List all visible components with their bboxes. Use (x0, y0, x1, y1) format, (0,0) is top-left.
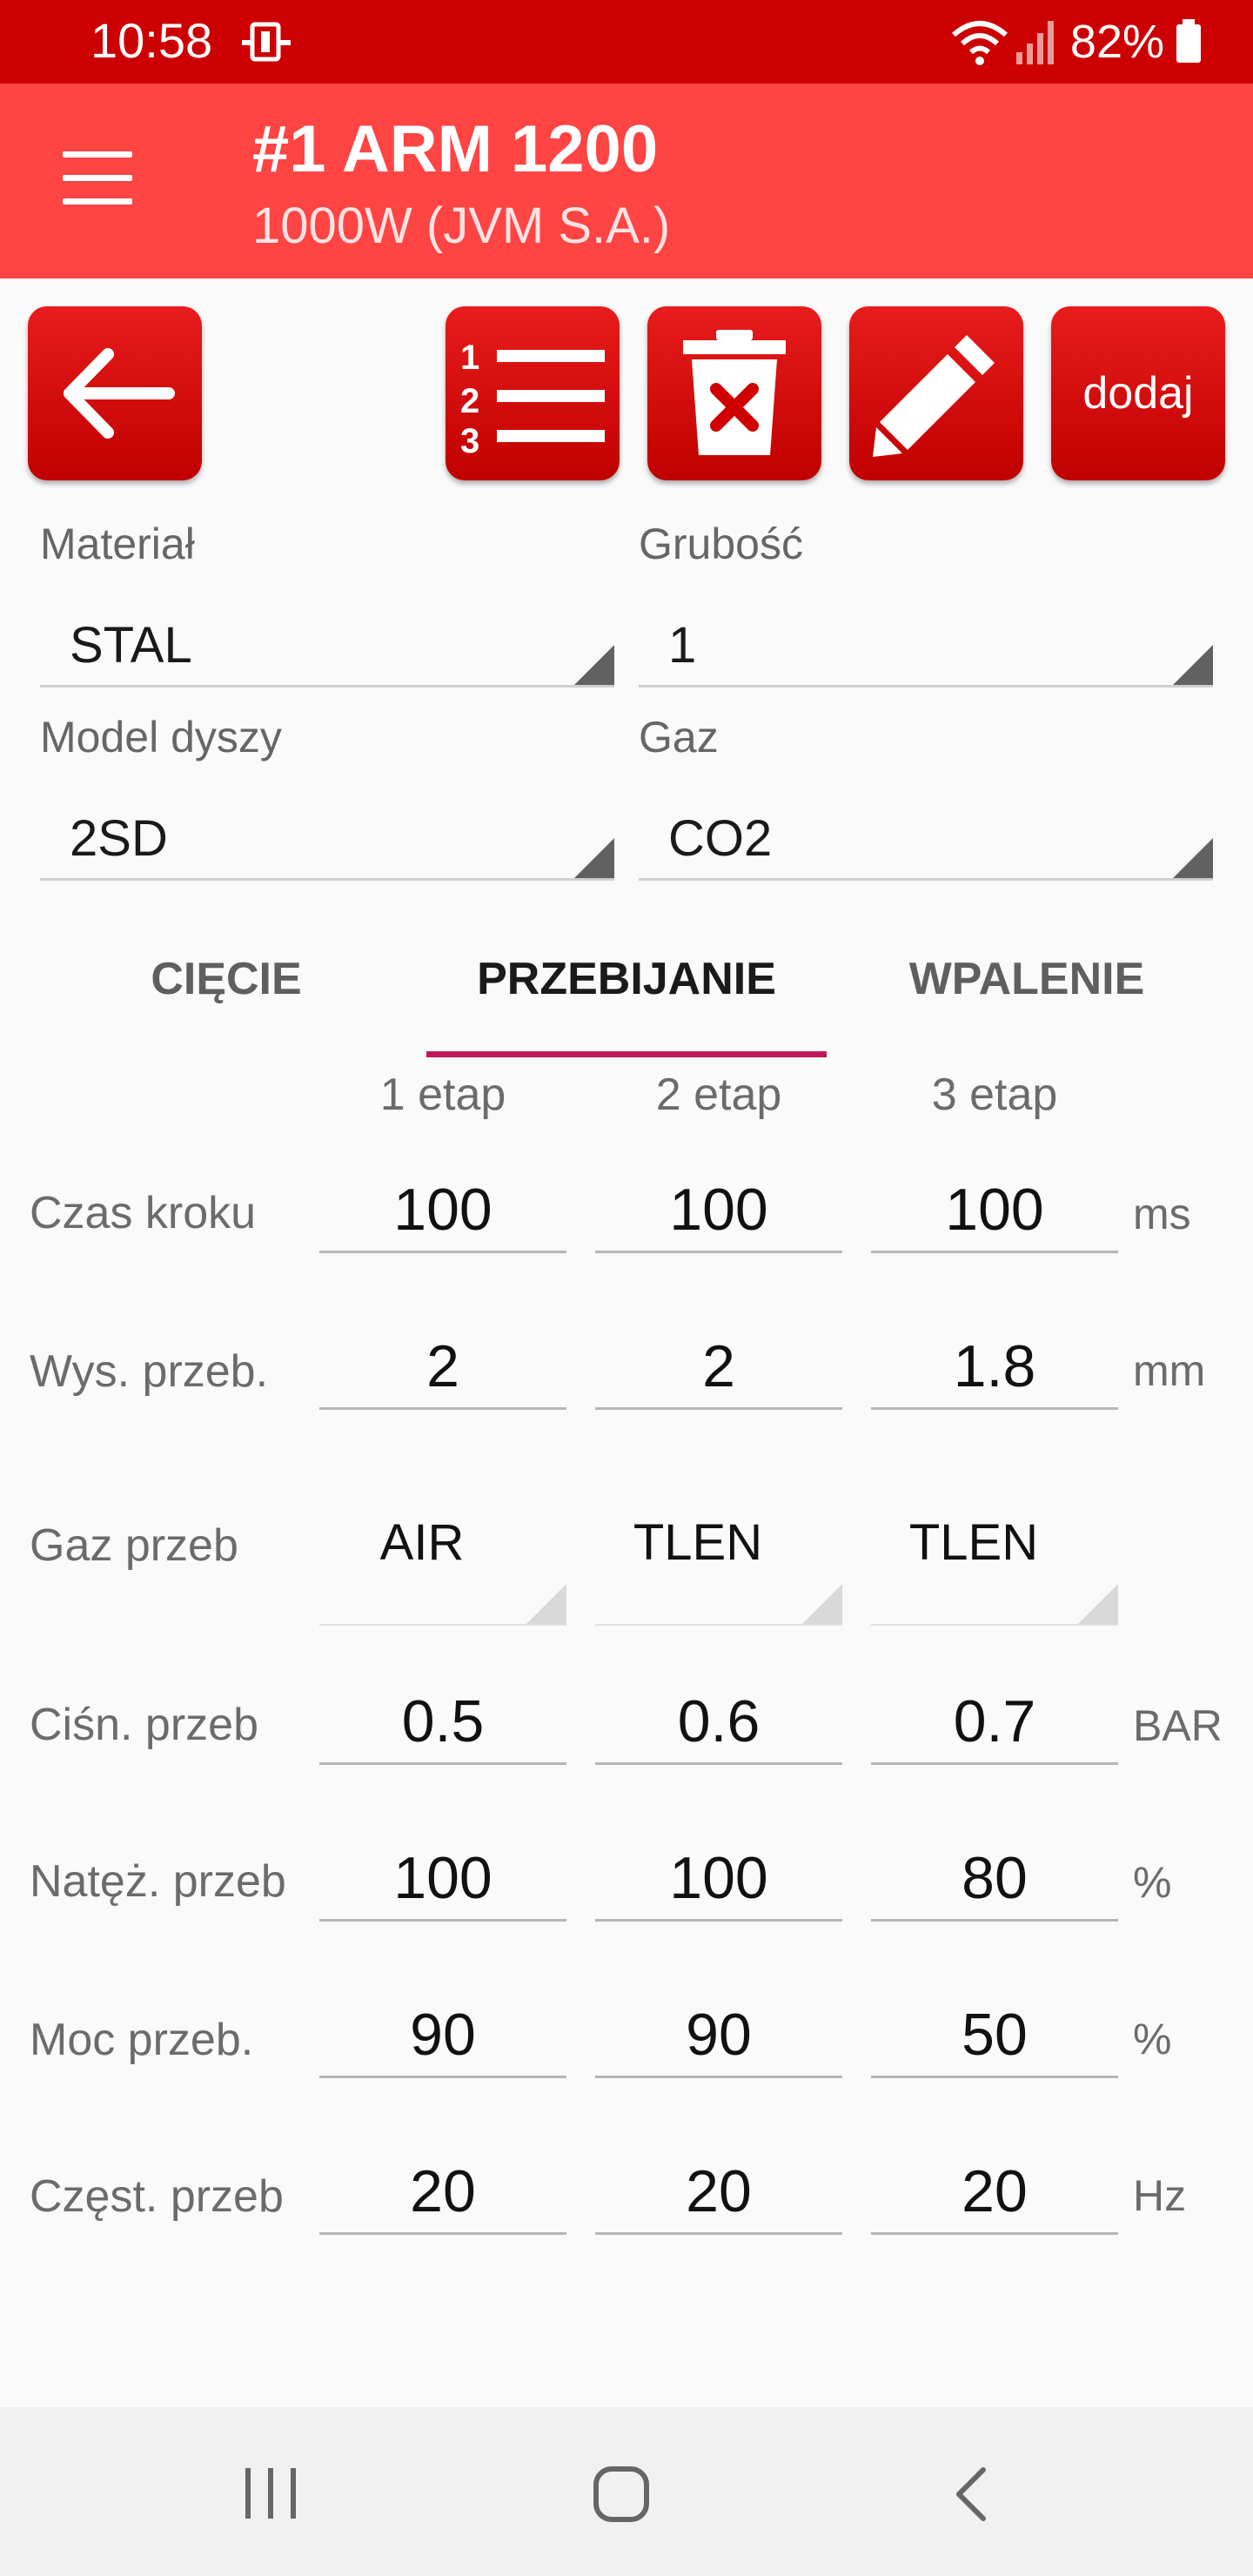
edit-button[interactable] (849, 306, 1023, 480)
pierce-pressure-stage-3-input[interactable]: 0.7 (871, 1678, 1118, 1765)
pierce-height-stage-2-input[interactable]: 2 (595, 1323, 842, 1410)
pierce-current-stage-2-input[interactable]: 100 (595, 1835, 842, 1922)
pencil-icon (873, 335, 995, 457)
unit-pierce-height: mm (1133, 1346, 1206, 1395)
pierce-gas-stage-3-value: TLEN (908, 1514, 1039, 1571)
thickness-dropdown[interactable]: 1 (639, 607, 1213, 688)
column-header-stage-2: 2 etap (655, 1070, 782, 1120)
unit-pierce-current: % (1133, 1858, 1172, 1907)
back-nav-icon[interactable] (952, 2466, 990, 2522)
row-label-pierce-gas: Gaz przeb (30, 1520, 238, 1571)
hamburger-menu-icon[interactable] (63, 151, 132, 205)
gas-label: Gaz (639, 713, 719, 761)
list-button[interactable]: 1 2 3 (446, 306, 620, 480)
gas-dropdown[interactable]: CO2 (639, 801, 1213, 881)
column-header-stage-3: 3 etap (931, 1070, 1058, 1120)
numbered-list-icon: 1 2 3 (460, 339, 605, 454)
thickness-value: 1 (668, 617, 697, 674)
battery-icon (1176, 19, 1201, 63)
dropdown-arrow-icon (1173, 645, 1213, 685)
pierce-frequency-stage-1-input[interactable]: 20 (319, 2148, 566, 2235)
pierce-power-stage-3-input[interactable]: 50 (871, 1991, 1118, 2078)
delete-button[interactable] (647, 306, 821, 480)
dropdown-arrow-icon (526, 1584, 566, 1624)
pierce-power-stage-1-input[interactable]: 90 (319, 1991, 566, 2078)
nozzle-label: Model dyszy (40, 713, 282, 761)
thickness-label: Grubość (639, 520, 803, 568)
nozzle-value: 2SD (70, 810, 168, 867)
pierce-pressure-stage-1-input[interactable]: 0.5 (319, 1678, 566, 1765)
tab-wpalenie[interactable]: WPALENIE (853, 940, 1201, 1018)
step-time-stage-3-input[interactable]: 100 (871, 1166, 1118, 1253)
trash-icon (683, 330, 786, 455)
dropdown-arrow-icon (1078, 1584, 1118, 1624)
add-button-label: dodaj (1082, 368, 1194, 419)
home-icon[interactable] (592, 2465, 651, 2524)
dropdown-arrow-icon (574, 838, 614, 878)
dropdown-arrow-icon (1173, 838, 1213, 878)
status-bar: 10:58 82% (0, 0, 1253, 84)
dropdown-arrow-icon (574, 645, 614, 685)
pierce-pressure-stage-2-input[interactable]: 0.6 (595, 1678, 842, 1765)
column-header-stage-1: 1 etap (379, 1070, 506, 1120)
pierce-gas-stage-2-value: TLEN (633, 1514, 763, 1571)
step-time-stage-1-input[interactable]: 100 (319, 1166, 566, 1253)
signal-icon (1015, 21, 1054, 64)
material-dropdown[interactable]: STAL (40, 607, 614, 688)
pierce-power-stage-2-input[interactable]: 90 (595, 1991, 842, 2078)
pierce-frequency-stage-3-input[interactable]: 20 (871, 2148, 1118, 2235)
active-tab-indicator (426, 1051, 827, 1057)
unit-pierce-power: % (1133, 2015, 1172, 2063)
app-subtitle: 1000W (JVM S.A.) (252, 198, 671, 254)
back-button[interactable] (28, 306, 202, 480)
pierce-gas-stage-3-dropdown[interactable]: TLEN (871, 1502, 1118, 1626)
unit-step-time: ms (1133, 1190, 1191, 1238)
status-indicators: 82% (950, 12, 1203, 71)
recent-apps-icon[interactable] (244, 2466, 299, 2520)
app-title: #1 ARM 1200 (252, 112, 659, 186)
pierce-gas-stage-1-value: AIR (379, 1514, 465, 1571)
material-label: Materiał (40, 520, 195, 568)
step-time-stage-2-input[interactable]: 100 (595, 1166, 842, 1253)
tab-ciecie[interactable]: CIĘCIE (52, 940, 400, 1018)
pierce-frequency-stage-2-input[interactable]: 20 (595, 2148, 842, 2235)
pierce-gas-stage-2-dropdown[interactable]: TLEN (595, 1502, 842, 1626)
pierce-current-stage-3-input[interactable]: 80 (871, 1835, 1118, 1922)
row-label-pierce-height: Wys. przeb. (30, 1346, 269, 1397)
row-label-pierce-pressure: Ciśn. przeb (30, 1700, 258, 1750)
unit-pierce-frequency: Hz (1133, 2171, 1187, 2220)
nozzle-dropdown[interactable]: 2SD (40, 801, 614, 881)
status-time: 10:58 (90, 13, 213, 68)
pierce-gas-stage-1-dropdown[interactable]: AIR (319, 1502, 566, 1626)
pierce-height-stage-3-input[interactable]: 1.8 (871, 1323, 1118, 1410)
system-nav-bar (0, 2407, 1253, 2576)
row-label-pierce-frequency: Częst. przeb (30, 2171, 284, 2222)
material-value: STAL (70, 617, 192, 674)
add-button[interactable]: dodaj (1051, 306, 1225, 480)
svg-text:3: 3 (460, 422, 479, 454)
tab-przebijanie[interactable]: PRZEBIJANIE (426, 940, 827, 1018)
svg-text:2: 2 (460, 382, 479, 420)
row-label-pierce-current: Natęż. przeb (30, 1856, 286, 1907)
arrow-left-icon (64, 348, 175, 439)
gas-value: CO2 (668, 810, 773, 867)
unit-pierce-pressure: BAR (1133, 1701, 1223, 1750)
row-label-pierce-power: Moc przeb. (30, 2015, 254, 2065)
pierce-current-stage-1-input[interactable]: 100 (319, 1835, 566, 1922)
battery-percentage: 82% (1069, 16, 1164, 68)
svg-text:1: 1 (460, 339, 479, 377)
notification-icon (242, 22, 291, 62)
row-label-step-time: Czas kroku (30, 1188, 257, 1238)
pierce-height-stage-1-input[interactable]: 2 (319, 1323, 566, 1410)
wifi-icon (951, 21, 1008, 65)
app-bar: #1 ARM 1200 1000W (JVM S.A.) (0, 84, 1253, 278)
dropdown-arrow-icon (802, 1584, 842, 1624)
